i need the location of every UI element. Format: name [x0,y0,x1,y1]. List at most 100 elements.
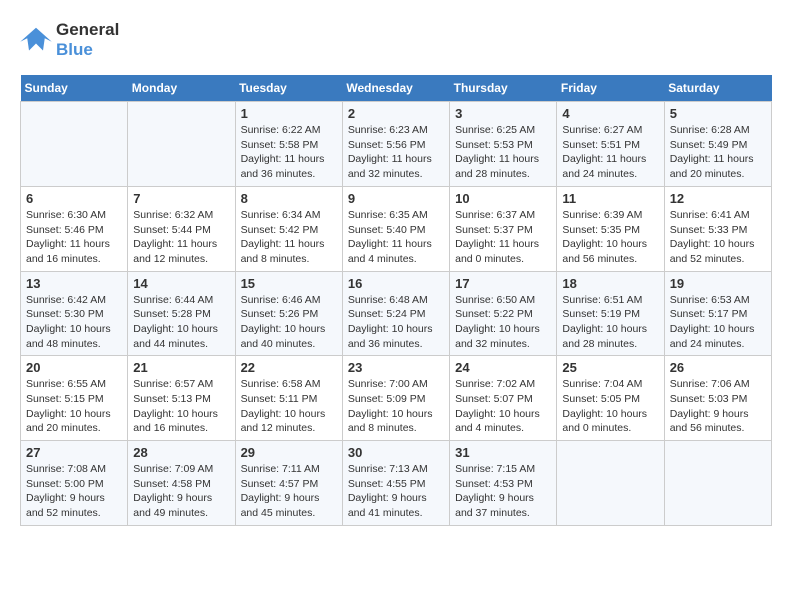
day-number: 18 [562,276,658,291]
day-info: Sunrise: 6:37 AM Sunset: 5:37 PM Dayligh… [455,208,551,267]
day-number: 22 [241,360,337,375]
calendar-cell: 10 Sunrise: 6:37 AM Sunset: 5:37 PM Dayli… [450,186,557,271]
day-number: 31 [455,445,551,460]
day-number: 17 [455,276,551,291]
calendar-cell: 19 Sunrise: 6:53 AM Sunset: 5:17 PM Dayli… [664,271,771,356]
calendar-week-row: 6 Sunrise: 6:30 AM Sunset: 5:46 PM Daylig… [21,186,772,271]
calendar-cell: 6 Sunrise: 6:30 AM Sunset: 5:46 PM Daylig… [21,186,128,271]
weekday-header-cell: Tuesday [235,75,342,102]
day-number: 3 [455,106,551,121]
day-info: Sunrise: 7:15 AM Sunset: 4:53 PM Dayligh… [455,462,551,521]
day-number: 7 [133,191,229,206]
calendar-cell: 2 Sunrise: 6:23 AM Sunset: 5:56 PM Daylig… [342,102,449,187]
calendar-cell: 4 Sunrise: 6:27 AM Sunset: 5:51 PM Daylig… [557,102,664,187]
day-number: 24 [455,360,551,375]
calendar-cell: 15 Sunrise: 6:46 AM Sunset: 5:26 PM Dayli… [235,271,342,356]
calendar-cell: 18 Sunrise: 6:51 AM Sunset: 5:19 PM Dayli… [557,271,664,356]
day-info: Sunrise: 6:25 AM Sunset: 5:53 PM Dayligh… [455,123,551,182]
day-number: 27 [26,445,122,460]
day-number: 6 [26,191,122,206]
day-number: 26 [670,360,766,375]
day-info: Sunrise: 6:58 AM Sunset: 5:11 PM Dayligh… [241,377,337,436]
logo-text-general: General [56,20,119,40]
day-info: Sunrise: 6:34 AM Sunset: 5:42 PM Dayligh… [241,208,337,267]
day-info: Sunrise: 7:00 AM Sunset: 5:09 PM Dayligh… [348,377,444,436]
calendar-cell: 27 Sunrise: 7:08 AM Sunset: 5:00 PM Dayli… [21,441,128,526]
day-info: Sunrise: 7:04 AM Sunset: 5:05 PM Dayligh… [562,377,658,436]
logo: General Blue [20,20,119,59]
day-info: Sunrise: 6:57 AM Sunset: 5:13 PM Dayligh… [133,377,229,436]
day-info: Sunrise: 6:41 AM Sunset: 5:33 PM Dayligh… [670,208,766,267]
day-number: 4 [562,106,658,121]
day-number: 14 [133,276,229,291]
calendar-week-row: 27 Sunrise: 7:08 AM Sunset: 5:00 PM Dayli… [21,441,772,526]
calendar-cell: 23Sunrise: 7:00 AM Sunset: 5:09 PM Dayli… [342,356,449,441]
day-number: 2 [348,106,444,121]
day-info: Sunrise: 7:02 AM Sunset: 5:07 PM Dayligh… [455,377,551,436]
calendar-table: SundayMondayTuesdayWednesdayThursdayFrid… [20,75,772,526]
calendar-cell: 11 Sunrise: 6:39 AM Sunset: 5:35 PM Dayli… [557,186,664,271]
calendar-cell: 26 Sunrise: 7:06 AM Sunset: 5:03 PM Dayli… [664,356,771,441]
day-info: Sunrise: 6:53 AM Sunset: 5:17 PM Dayligh… [670,293,766,352]
logo-bird-icon [20,26,52,54]
day-number: 1 [241,106,337,121]
calendar-week-row: 1 Sunrise: 6:22 AM Sunset: 5:58 PM Daylig… [21,102,772,187]
day-info: Sunrise: 7:06 AM Sunset: 5:03 PM Dayligh… [670,377,766,436]
day-info: Sunrise: 6:46 AM Sunset: 5:26 PM Dayligh… [241,293,337,352]
day-info: Sunrise: 6:42 AM Sunset: 5:30 PM Dayligh… [26,293,122,352]
day-number: 9 [348,191,444,206]
calendar-cell: 25 Sunrise: 7:04 AM Sunset: 5:05 PM Dayli… [557,356,664,441]
calendar-cell: 20Sunrise: 6:55 AM Sunset: 5:15 PM Dayli… [21,356,128,441]
weekday-header-cell: Saturday [664,75,771,102]
calendar-cell: 9Sunrise: 6:35 AM Sunset: 5:40 PM Daylig… [342,186,449,271]
day-number: 25 [562,360,658,375]
day-number: 28 [133,445,229,460]
day-number: 13 [26,276,122,291]
calendar-cell: 17 Sunrise: 6:50 AM Sunset: 5:22 PM Dayli… [450,271,557,356]
weekday-header-cell: Friday [557,75,664,102]
day-number: 11 [562,191,658,206]
day-info: Sunrise: 6:50 AM Sunset: 5:22 PM Dayligh… [455,293,551,352]
day-number: 21 [133,360,229,375]
calendar-cell: 8 Sunrise: 6:34 AM Sunset: 5:42 PM Daylig… [235,186,342,271]
calendar-cell [664,441,771,526]
calendar-cell: 30 Sunrise: 7:13 AM Sunset: 4:55 PM Dayli… [342,441,449,526]
day-number: 10 [455,191,551,206]
logo-text-blue: Blue [56,40,119,60]
day-number: 20 [26,360,122,375]
day-number: 12 [670,191,766,206]
calendar-cell: 3 Sunrise: 6:25 AM Sunset: 5:53 PM Daylig… [450,102,557,187]
day-info: Sunrise: 6:51 AM Sunset: 5:19 PM Dayligh… [562,293,658,352]
day-info: Sunrise: 6:48 AM Sunset: 5:24 PM Dayligh… [348,293,444,352]
day-number: 29 [241,445,337,460]
day-info: Sunrise: 6:32 AM Sunset: 5:44 PM Dayligh… [133,208,229,267]
weekday-header-cell: Monday [128,75,235,102]
calendar-cell [557,441,664,526]
day-number: 19 [670,276,766,291]
weekday-header-cell: Thursday [450,75,557,102]
day-info: Sunrise: 6:44 AM Sunset: 5:28 PM Dayligh… [133,293,229,352]
day-number: 8 [241,191,337,206]
calendar-cell: 24 Sunrise: 7:02 AM Sunset: 5:07 PM Dayli… [450,356,557,441]
calendar-cell: 13 Sunrise: 6:42 AM Sunset: 5:30 PM Dayli… [21,271,128,356]
calendar-cell: 14 Sunrise: 6:44 AM Sunset: 5:28 PM Dayli… [128,271,235,356]
day-number: 15 [241,276,337,291]
calendar-cell: 21 Sunrise: 6:57 AM Sunset: 5:13 PM Dayli… [128,356,235,441]
day-number: 5 [670,106,766,121]
day-info: Sunrise: 6:27 AM Sunset: 5:51 PM Dayligh… [562,123,658,182]
day-number: 30 [348,445,444,460]
day-info: Sunrise: 7:08 AM Sunset: 5:00 PM Dayligh… [26,462,122,521]
page-header: General Blue [20,20,772,59]
calendar-cell: 22 Sunrise: 6:58 AM Sunset: 5:11 PM Dayli… [235,356,342,441]
calendar-cell: 12 Sunrise: 6:41 AM Sunset: 5:33 PM Dayli… [664,186,771,271]
day-info: Sunrise: 6:30 AM Sunset: 5:46 PM Dayligh… [26,208,122,267]
calendar-cell: 1 Sunrise: 6:22 AM Sunset: 5:58 PM Daylig… [235,102,342,187]
calendar-cell: 31 Sunrise: 7:15 AM Sunset: 4:53 PM Dayli… [450,441,557,526]
day-info: Sunrise: 6:39 AM Sunset: 5:35 PM Dayligh… [562,208,658,267]
day-info: Sunrise: 6:22 AM Sunset: 5:58 PM Dayligh… [241,123,337,182]
weekday-header-cell: Sunday [21,75,128,102]
day-info: Sunrise: 6:23 AM Sunset: 5:56 PM Dayligh… [348,123,444,182]
calendar-week-row: 13 Sunrise: 6:42 AM Sunset: 5:30 PM Dayli… [21,271,772,356]
weekday-header-cell: Wednesday [342,75,449,102]
day-info: Sunrise: 7:13 AM Sunset: 4:55 PM Dayligh… [348,462,444,521]
